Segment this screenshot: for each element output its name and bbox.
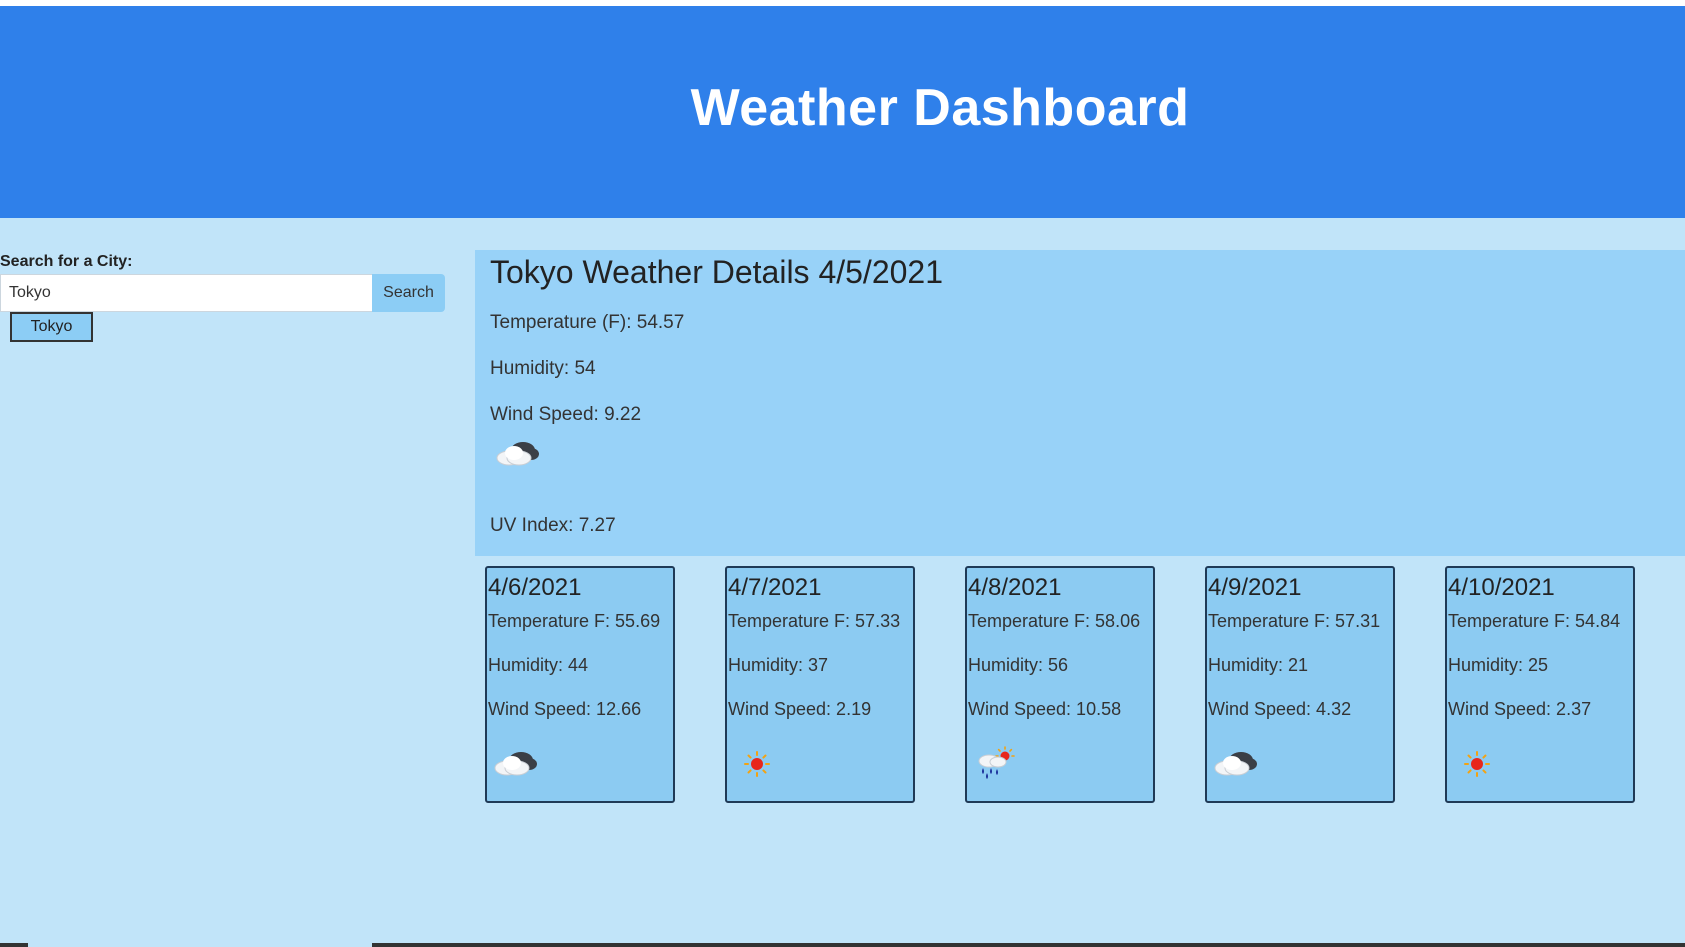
forecast-card: 4/9/2021 Temperature F: 57.31 Humidity: … <box>1205 566 1395 803</box>
current-weather-title: Tokyo Weather Details 4/5/2021 <box>490 254 943 290</box>
forecast-date: 4/7/2021 <box>728 574 822 601</box>
taskbar-edge <box>0 943 28 947</box>
forecast-temperature: Temperature F: 58.06 <box>968 611 1141 631</box>
forecast-wind-speed: Wind Speed: 4.32 <box>1208 699 1352 719</box>
forecast-card: 4/10/2021 Temperature F: 54.84 Humidity:… <box>1445 566 1635 803</box>
forecast-temperature: Temperature F: 55.69 <box>488 611 661 631</box>
rain-sun-icon <box>971 746 1019 782</box>
forecast-wind-speed: Wind Speed: 12.66 <box>488 699 642 719</box>
forecast-card: 4/7/2021 Temperature F: 57.33 Humidity: … <box>725 566 915 803</box>
forecast-humidity: Humidity: 44 <box>488 655 589 675</box>
forecast-wind-speed: Wind Speed: 2.19 <box>728 699 872 719</box>
forecast-wind-speed: Wind Speed: 10.58 <box>968 699 1122 719</box>
search-button[interactable]: Search <box>372 274 445 312</box>
forecast-date: 4/9/2021 <box>1208 574 1302 601</box>
forecast-date: 4/8/2021 <box>968 574 1062 601</box>
search-label: Search for a City: <box>0 253 133 270</box>
current-uv-index: UV Index: 7.27 <box>490 515 616 536</box>
sun-icon <box>731 746 779 782</box>
forecast-date: 4/10/2021 <box>1448 574 1555 601</box>
forecast-humidity: Humidity: 37 <box>728 655 829 675</box>
taskbar-edge <box>372 943 1685 947</box>
cloud-icon <box>493 436 541 470</box>
forecast-temperature: Temperature F: 57.31 <box>1208 611 1381 631</box>
forecast-card: 4/8/2021 Temperature F: 58.06 Humidity: … <box>965 566 1155 803</box>
current-weather-panel: Tokyo Weather Details 4/5/2021 Temperatu… <box>475 250 1685 556</box>
history-item-tokyo[interactable]: Tokyo <box>10 312 93 342</box>
cloud-icon <box>1211 746 1259 782</box>
page-title: Weather Dashboard <box>690 79 1190 137</box>
forecast-humidity: Humidity: 56 <box>968 655 1069 675</box>
sun-icon <box>1451 746 1499 782</box>
forecast-temperature: Temperature F: 57.33 <box>728 611 901 631</box>
forecast-date: 4/6/2021 <box>488 574 582 601</box>
page-header: Weather Dashboard <box>0 6 1685 218</box>
forecast-humidity: Humidity: 25 <box>1448 655 1549 675</box>
current-wind-speed: Wind Speed: 9.22 <box>490 404 642 425</box>
cloud-icon <box>491 746 539 782</box>
current-temperature: Temperature (F): 54.57 <box>490 312 685 333</box>
forecast-card: 4/6/2021 Temperature F: 55.69 Humidity: … <box>485 566 675 803</box>
forecast-temperature: Temperature F: 54.84 <box>1448 611 1621 631</box>
forecast-humidity: Humidity: 21 <box>1208 655 1309 675</box>
current-humidity: Humidity: 54 <box>490 358 596 379</box>
search-input[interactable] <box>0 274 372 312</box>
forecast-wind-speed: Wind Speed: 2.37 <box>1448 699 1592 719</box>
